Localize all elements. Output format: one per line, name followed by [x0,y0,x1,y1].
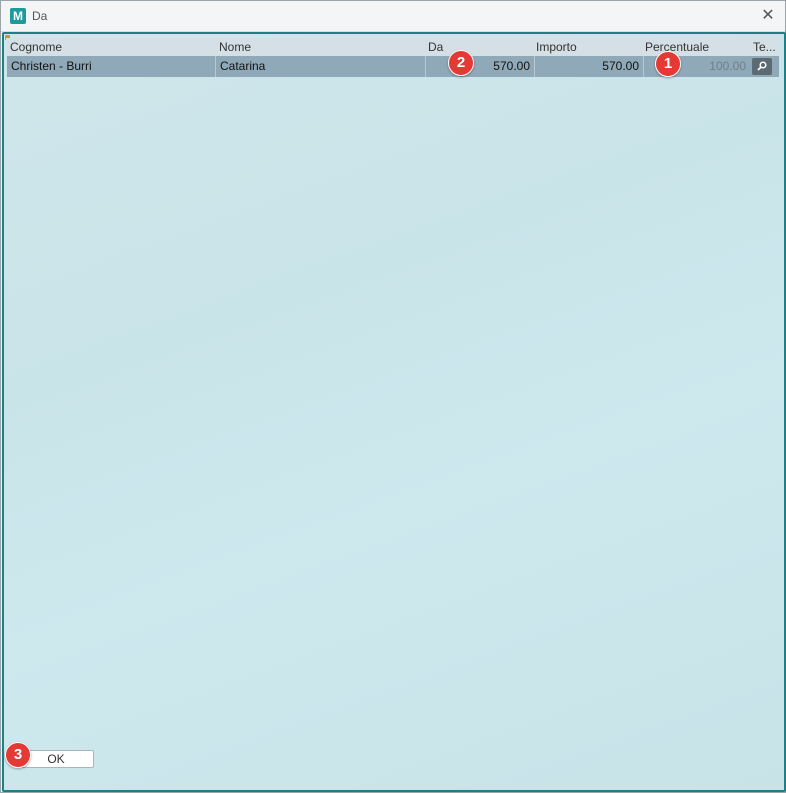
cell-cognome[interactable]: Christen - Burri [7,56,216,77]
column-header-cognome[interactable]: Cognome [10,40,62,54]
content-panel: Cognome Nome Da Importo Percentuale Te..… [2,32,786,792]
search-icon [757,61,767,71]
title-bar: M Da ✕ [1,1,785,32]
column-header-da[interactable]: Da [428,40,443,54]
dialog-window: M Da ✕ Cognome Nome Da Importo Percentua… [0,0,786,793]
annotation-badge-2: 2 [448,50,474,76]
column-header-importo[interactable]: Importo [536,40,577,54]
cell-nome[interactable]: Catarina [216,56,426,77]
annotation-badge-3: 3 [5,742,31,768]
window-title: Da [32,9,48,23]
app-logo-icon: M [10,8,26,24]
column-header-percentuale[interactable]: Percentuale [645,40,709,54]
cell-importo[interactable]: 570.00 [535,56,644,77]
cell-da[interactable]: 570.00 [426,56,535,77]
column-header-nome[interactable]: Nome [219,40,251,54]
annotation-badge-1: 1 [655,51,681,77]
column-header-te[interactable]: Te... [753,40,776,54]
lookup-button[interactable] [752,58,772,75]
close-button[interactable]: ✕ [757,5,779,27]
